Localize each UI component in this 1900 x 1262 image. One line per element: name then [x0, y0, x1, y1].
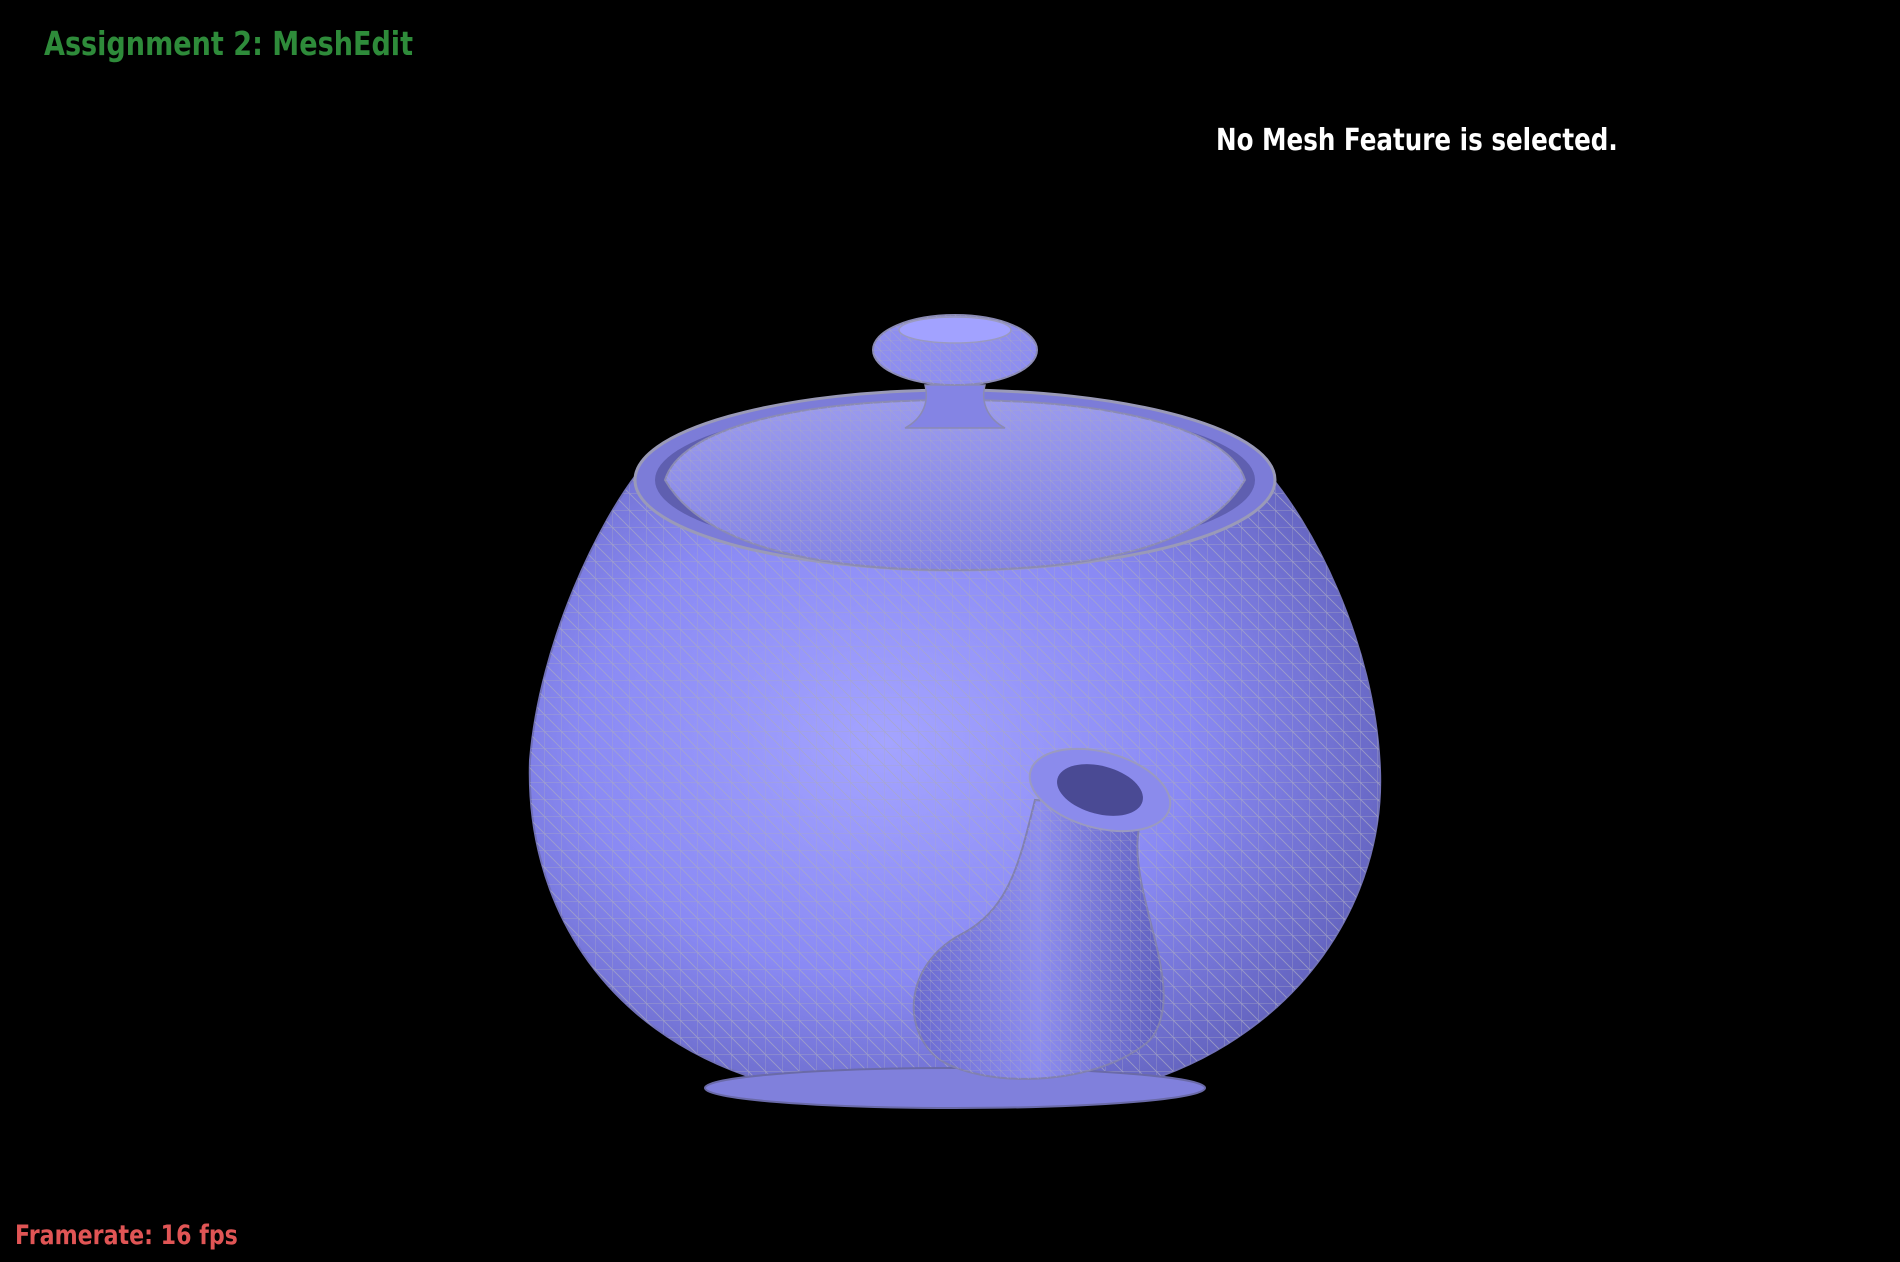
teapot-base-rim: [704, 1067, 1206, 1109]
selection-status: No Mesh Feature is selected.: [1216, 123, 1618, 158]
app-title: Assignment 2: MeshEdit: [44, 24, 414, 63]
teapot-mesh[interactable]: [528, 314, 1382, 1109]
framerate-readout: Framerate: 16 fps: [15, 1220, 238, 1251]
3d-viewport[interactable]: [0, 0, 1900, 1262]
